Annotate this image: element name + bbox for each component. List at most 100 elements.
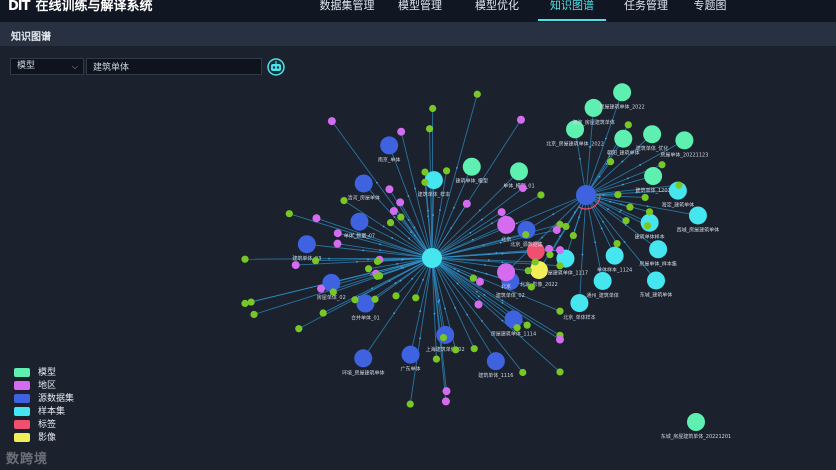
isolated-node[interactable]: 东城_房屋建筑单体_20221201 <box>661 413 731 440</box>
leaf-node-circle[interactable] <box>645 208 654 216</box>
major-node[interactable]: 建筑单体_优化 <box>636 125 669 152</box>
leaf-node[interactable] <box>606 158 615 166</box>
leaf-node[interactable] <box>675 181 683 189</box>
legend-item-model[interactable]: 模型 <box>14 368 74 381</box>
leaf-node-circle[interactable] <box>556 262 564 270</box>
leaf-node[interactable] <box>312 214 321 223</box>
leaf-node[interactable] <box>474 300 483 309</box>
leaf-node[interactable] <box>392 292 400 300</box>
leaf-node[interactable] <box>624 121 632 129</box>
major-node[interactable]: 环境_房屋建筑单体 <box>342 349 385 376</box>
leaf-node[interactable] <box>319 309 327 317</box>
leaf-node[interactable] <box>421 178 429 186</box>
leaf-node[interactable] <box>432 355 441 363</box>
leaf-node[interactable] <box>241 299 249 308</box>
leaf-node-circle[interactable] <box>452 346 460 354</box>
major-node-circle[interactable] <box>380 136 399 155</box>
leaf-node-circle[interactable] <box>396 198 405 207</box>
leaf-node-circle[interactable] <box>442 387 451 396</box>
leaf-node-circle[interactable] <box>562 222 570 231</box>
major-node-circle[interactable] <box>497 263 516 282</box>
leaf-node-circle[interactable] <box>421 168 429 176</box>
leaf-node-circle[interactable] <box>291 261 300 270</box>
leaf-node[interactable] <box>333 239 342 248</box>
leaf-node[interactable] <box>556 368 564 376</box>
leaf-node-circle[interactable] <box>385 185 394 194</box>
leaf-node-circle[interactable] <box>513 324 521 332</box>
major-node-circle[interactable] <box>614 129 633 148</box>
leaf-node[interactable] <box>389 206 398 215</box>
leaf-node-circle[interactable] <box>606 158 615 166</box>
leaf-node[interactable] <box>469 274 477 282</box>
hub-node[interactable] <box>576 185 596 205</box>
leaf-node-circle[interactable] <box>497 208 506 217</box>
leaf-node[interactable] <box>462 199 471 208</box>
leaf-node[interactable] <box>429 104 437 113</box>
leaf-node-circle[interactable] <box>475 277 484 286</box>
major-node[interactable]: 东城_建筑单体 <box>640 271 673 298</box>
leaf-node[interactable] <box>442 387 451 396</box>
leaf-node-circle[interactable] <box>474 300 483 309</box>
leaf-node[interactable] <box>470 345 478 353</box>
leaf-node[interactable] <box>351 296 359 304</box>
major-node[interactable]: 海淀_房屋建筑单体 <box>572 98 615 126</box>
major-node[interactable]: 南京_单体 <box>378 136 401 163</box>
leaf-node-circle[interactable] <box>375 272 384 280</box>
leaf-node-circle[interactable] <box>295 325 303 333</box>
leaf-node-circle[interactable] <box>333 239 342 248</box>
leaf-node-circle[interactable] <box>641 193 649 202</box>
major-node-circle[interactable] <box>649 240 668 259</box>
leaf-node-circle[interactable] <box>329 288 337 296</box>
leaf-node[interactable] <box>295 325 303 333</box>
leaf-node-circle[interactable] <box>392 292 400 300</box>
leaf-node-circle[interactable] <box>614 191 622 199</box>
major-node[interactable]: 单体样本_1124 <box>597 246 632 274</box>
legend-item-image[interactable]: 影像 <box>14 433 74 446</box>
major-node-circle[interactable] <box>593 271 612 290</box>
major-node[interactable]: 单体_数据_07 <box>344 212 375 240</box>
nav-model-management[interactable]: 模型管理 <box>384 0 456 22</box>
leaf-node-circle[interactable] <box>626 203 634 211</box>
major-node[interactable]: 单体_模型_01 <box>503 162 535 189</box>
major-node[interactable]: 房屋建筑单体_2022 <box>600 83 645 110</box>
leaf-node[interactable] <box>546 251 554 259</box>
leaf-node[interactable] <box>641 193 649 202</box>
nav-task-management[interactable]: 任务管理 <box>606 0 686 22</box>
leaf-node[interactable] <box>569 231 577 240</box>
legend-item-region[interactable]: 地区 <box>14 381 74 394</box>
leaf-node[interactable] <box>329 288 337 296</box>
major-node[interactable]: 北京 <box>497 215 516 243</box>
leaf-node[interactable] <box>327 117 336 126</box>
leaf-node-circle[interactable] <box>556 368 564 376</box>
major-node-circle[interactable] <box>647 271 666 290</box>
leaf-node-circle[interactable] <box>675 181 683 189</box>
leaf-node[interactable] <box>340 196 348 205</box>
leaf-node-circle[interactable] <box>556 335 564 344</box>
major-node-circle[interactable] <box>644 167 663 186</box>
leaf-node-circle[interactable] <box>406 400 414 408</box>
leaf-node-circle[interactable] <box>524 267 532 275</box>
leaf-node-circle[interactable] <box>421 178 429 186</box>
leaf-node[interactable] <box>556 335 564 344</box>
major-node[interactable]: 建筑单体_1201 <box>635 167 671 194</box>
leaf-node[interactable] <box>614 191 622 199</box>
leaf-node-circle[interactable] <box>658 161 666 169</box>
nav-dataset-management[interactable]: 数据集管理 <box>310 0 384 22</box>
leaf-node[interactable] <box>497 208 506 217</box>
leaf-node[interactable] <box>622 217 630 225</box>
leaf-node-circle[interactable] <box>546 251 554 259</box>
leaf-node[interactable] <box>645 208 654 216</box>
leaf-node[interactable] <box>250 310 258 319</box>
leaf-node-circle[interactable] <box>397 127 406 136</box>
leaf-node[interactable] <box>371 295 379 303</box>
major-node-circle[interactable] <box>497 215 516 234</box>
leaf-node-circle[interactable] <box>519 368 527 377</box>
leaf-node-circle[interactable] <box>613 240 621 248</box>
major-node-circle[interactable] <box>401 345 420 364</box>
major-node-circle[interactable] <box>486 352 505 371</box>
leaf-node-circle[interactable] <box>241 255 249 263</box>
major-node-circle[interactable] <box>643 125 662 144</box>
major-node-circle[interactable] <box>354 174 373 193</box>
leaf-node[interactable] <box>442 167 451 175</box>
leaf-node[interactable] <box>439 333 448 342</box>
